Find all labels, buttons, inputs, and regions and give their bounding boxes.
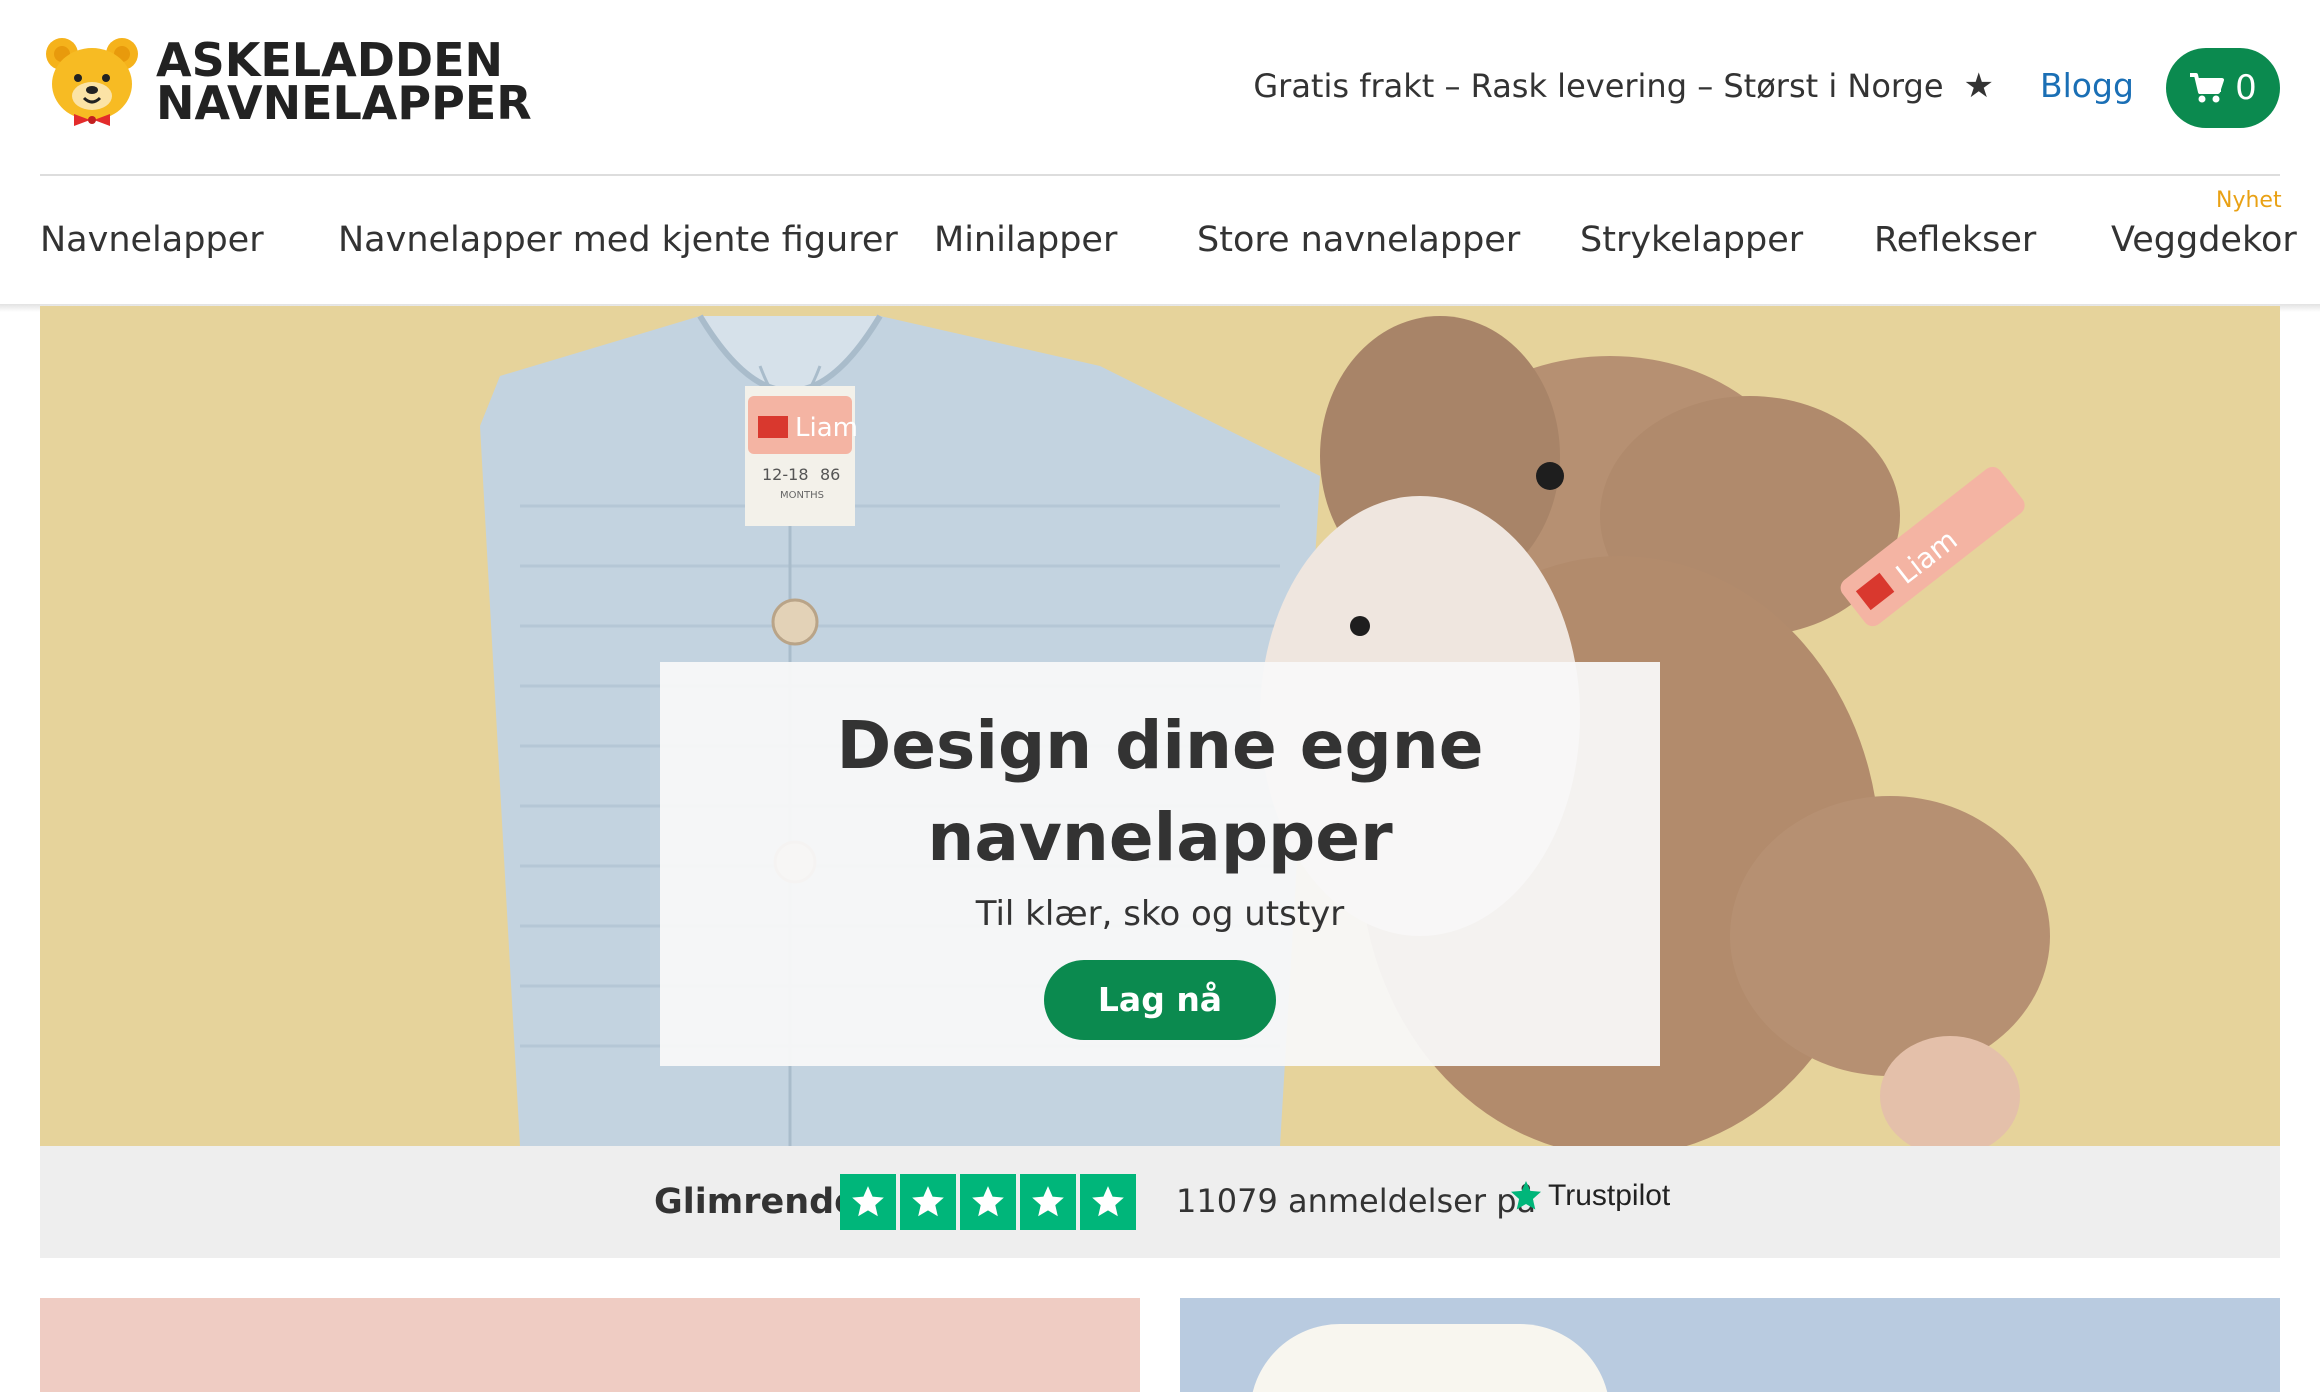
nav-item-veggdekor[interactable]: Veggdekor (2111, 220, 2297, 260)
create-now-button[interactable]: Lag nå (1044, 960, 1276, 1040)
star-icon (900, 1174, 956, 1230)
nav-item-strykelapper[interactable]: Strykelapper (1580, 220, 1803, 260)
bear-icon (46, 38, 138, 126)
star-icon: ★ (1963, 66, 1994, 106)
star-icon (1080, 1174, 1136, 1230)
category-tile-right[interactable] (1180, 1298, 2280, 1392)
trustpilot-star-icon (1511, 1181, 1541, 1210)
review-count: 11079 anmeldelser på (1176, 1182, 1537, 1220)
site-header: ASKELADDEN NAVNELAPPER Gratis frakt – Ra… (0, 0, 2320, 174)
brand-name: ASKELADDEN NAVNELAPPER (156, 33, 532, 130)
nav-item-store-navnelapper[interactable]: Store navnelapper (1197, 220, 1520, 260)
cart-count: 0 (2235, 68, 2257, 108)
shirt-size: 12-18 (762, 465, 809, 484)
nav-item-minilapper[interactable]: Minilapper (934, 220, 1117, 260)
nav-item-kjente-figurer[interactable]: Navnelapper med kjente figurer (338, 220, 898, 260)
shirt-months: MONTHS (780, 490, 824, 501)
new-badge: Nyhet (2216, 188, 2282, 213)
star-icon (840, 1174, 896, 1230)
nav-item-navnelapper[interactable]: Navnelapper (40, 220, 264, 260)
hero-banner: Liam 12-18 86 MONTHS Liam Design dine eg… (40, 306, 2280, 1146)
blog-link[interactable]: Blogg (2040, 66, 2134, 105)
hero-subtitle: Til klær, sko og utstyr (975, 894, 1345, 934)
main-nav: Navnelapper Navnelapper med kjente figur… (40, 176, 2297, 306)
trustpilot-bar[interactable]: Glimrende 11079 anmeldelser på Trustpilo… (40, 1146, 2280, 1258)
star-icon (1020, 1174, 1076, 1230)
nav-item-reflekser[interactable]: Reflekser (1874, 220, 2036, 260)
site-logo[interactable]: ASKELADDEN NAVNELAPPER (44, 36, 532, 128)
clothing-image (1250, 1324, 1610, 1392)
shipping-tagline: Gratis frakt – Rask levering – Størst i … (1253, 66, 1994, 106)
trustpilot-name: Trustpilot (1548, 1179, 1671, 1212)
star-icon (960, 1174, 1016, 1230)
category-tile-left[interactable] (40, 1298, 1140, 1392)
shirt-label-name: Liam (795, 413, 858, 443)
trustpilot-logo[interactable]: Trustpilot (1508, 1178, 1670, 1214)
cart-button[interactable]: 0 (2166, 48, 2280, 128)
hero-card: Design dine egne navnelapper Til klær, s… (660, 662, 1660, 1066)
hero-title: Design dine egne navnelapper (836, 707, 1484, 876)
rating-stars (840, 1174, 1140, 1230)
shirt-size-cm: 86 (820, 465, 840, 484)
rating-label: Glimrende (654, 1182, 858, 1222)
cart-icon (2190, 73, 2225, 103)
